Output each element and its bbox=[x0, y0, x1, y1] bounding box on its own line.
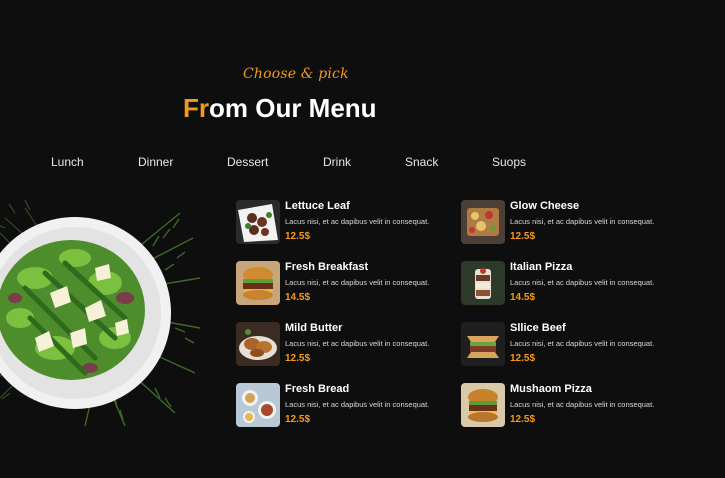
item-description: Lacus nisi, et ac dapibus velit in conse… bbox=[510, 339, 655, 348]
item-description: Lacus nisi, et ac dapibus velit in conse… bbox=[285, 217, 430, 226]
title-rest: om Our Menu bbox=[209, 93, 377, 123]
salad-dish-image bbox=[0, 198, 205, 428]
item-price: 12.5$ bbox=[285, 414, 311, 425]
menu-item-glow-cheese[interactable]: Glow Cheese Lacus nisi, et ac dapibus ve… bbox=[461, 200, 681, 245]
fresh-breakfast-image bbox=[236, 261, 280, 305]
item-description: Lacus nisi, et ac dapibus velit in conse… bbox=[510, 217, 655, 226]
fresh-bread-image bbox=[236, 383, 280, 427]
glow-cheese-image bbox=[461, 200, 505, 244]
tab-drink[interactable]: Drink bbox=[323, 155, 351, 169]
title-accent: Fr bbox=[183, 93, 209, 123]
item-price: 12.5$ bbox=[285, 231, 311, 242]
tab-dessert[interactable]: Dessert bbox=[227, 155, 268, 169]
item-name: Fresh Bread bbox=[285, 383, 350, 395]
mild-butter-image bbox=[236, 322, 280, 366]
item-price: 12.5$ bbox=[510, 353, 536, 364]
item-price: 12.5$ bbox=[510, 414, 536, 425]
menu-item-fresh-breakfast[interactable]: Fresh Breakfast Lacus nisi, et ac dapibu… bbox=[236, 261, 456, 306]
slice-beef-image bbox=[461, 322, 505, 366]
mushroom-pizza-image bbox=[461, 383, 505, 427]
item-description: Lacus nisi, et ac dapibus velit in conse… bbox=[285, 400, 430, 409]
menu-item-mild-butter[interactable]: Mild Butter Lacus nisi, et ac dapibus ve… bbox=[236, 322, 456, 367]
item-description: Lacus nisi, et ac dapibus velit in conse… bbox=[510, 278, 655, 287]
item-price: 14.5$ bbox=[285, 292, 311, 303]
item-name: Fresh Breakfast bbox=[285, 261, 369, 273]
item-price: 14.5$ bbox=[510, 292, 536, 303]
tab-soups[interactable]: Suops bbox=[492, 155, 526, 169]
item-name: Mushaom Pizza bbox=[510, 383, 592, 395]
item-name: Mild Butter bbox=[285, 322, 343, 334]
item-description: Lacus nisi, et ac dapibus velit in conse… bbox=[285, 278, 430, 287]
tagline: Choose & pick bbox=[243, 66, 349, 82]
item-name: Glow Cheese bbox=[510, 200, 580, 212]
item-name: Lettuce Leaf bbox=[285, 200, 350, 212]
menu-item-fresh-bread[interactable]: Fresh Bread Lacus nisi, et ac dapibus ve… bbox=[236, 383, 456, 428]
item-description: Lacus nisi, et ac dapibus velit in conse… bbox=[285, 339, 430, 348]
item-name: Sllice Beef bbox=[510, 322, 566, 334]
item-price: 12.5$ bbox=[510, 231, 536, 242]
item-price: 12.5$ bbox=[285, 353, 311, 364]
menu-item-slice-beef[interactable]: Sllice Beef Lacus nisi, et ac dapibus ve… bbox=[461, 322, 681, 367]
tab-lunch[interactable]: Lunch bbox=[51, 155, 84, 169]
category-tabs: Lunch Dinner Dessert Drink Snack Suops bbox=[0, 155, 725, 171]
italian-pizza-image bbox=[461, 261, 505, 305]
page-title: From Our Menu bbox=[183, 93, 377, 124]
tab-snack[interactable]: Snack bbox=[405, 155, 438, 169]
menu-item-italian-pizza[interactable]: Italian Pizza Lacus nisi, et ac dapibus … bbox=[461, 261, 681, 306]
menu-item-mushroom-pizza[interactable]: Mushaom Pizza Lacus nisi, et ac dapibus … bbox=[461, 383, 681, 428]
lettuce-leaf-image bbox=[236, 200, 280, 244]
menu-item-lettuce-leaf[interactable]: Lettuce Leaf Lacus nisi, et ac dapibus v… bbox=[236, 200, 456, 245]
item-name: Italian Pizza bbox=[510, 261, 573, 273]
tab-dinner[interactable]: Dinner bbox=[138, 155, 173, 169]
item-description: Lacus nisi, et ac dapibus velit in conse… bbox=[510, 400, 655, 409]
